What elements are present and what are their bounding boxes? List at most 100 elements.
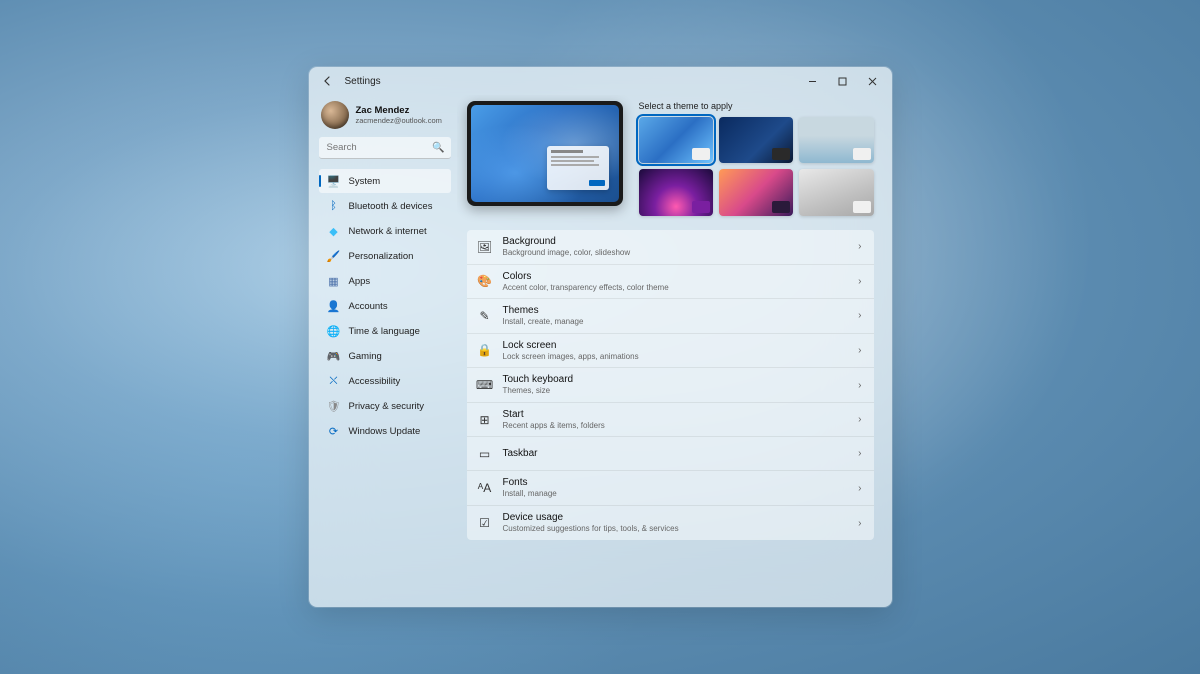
main-content: Select a theme to apply 🖼 BackgroundBackg… [457, 95, 892, 607]
row-subtitle: Accent color, transparency effects, colo… [503, 283, 849, 293]
themes-icon: ✎ [477, 308, 493, 324]
row-title: Colors [503, 271, 849, 283]
settings-window: Settings Zac Mendez zacmendez@outlook.co… [309, 67, 892, 607]
sidebar-item-label: Personalization [349, 251, 414, 262]
row-title: Lock screen [503, 340, 849, 352]
colors-icon: 🎨 [477, 273, 493, 289]
minimize-icon [808, 77, 817, 86]
sidebar-item-accounts[interactable]: 👤 Accounts [319, 294, 451, 318]
theme-tile-4[interactable] [719, 169, 793, 215]
theme-tile-2[interactable] [799, 117, 873, 163]
sidebar-item-label: Time & language [349, 326, 420, 337]
theme-tile-0[interactable] [639, 117, 713, 163]
row-title: Background [503, 236, 849, 248]
desktop-preview [467, 101, 623, 206]
row-title: Fonts [503, 477, 849, 489]
lock-screen-icon: 🔒 [477, 342, 493, 358]
minimize-button[interactable] [798, 69, 828, 93]
preview-mini-window [547, 146, 609, 190]
sidebar-item-personalization[interactable]: 🖌️ Personalization [319, 244, 451, 268]
sidebar-item-label: Apps [349, 276, 371, 287]
back-button[interactable] [317, 70, 339, 92]
settings-row-lock-screen[interactable]: 🔒Lock screenLock screen images, apps, an… [467, 334, 874, 369]
row-subtitle: Recent apps & items, folders [503, 421, 849, 431]
system-icon: 🖥️ [327, 174, 341, 188]
chevron-right-icon: › [858, 380, 861, 391]
theme-corner-swatch [853, 148, 871, 160]
sidebar-item-network-internet[interactable]: ◆ Network & internet [319, 219, 451, 243]
theme-tile-5[interactable] [799, 169, 873, 215]
row-title: Device usage [503, 512, 849, 524]
search-box: 🔍 [319, 137, 451, 159]
sidebar-item-label: Windows Update [349, 426, 421, 437]
row-title: Themes [503, 305, 849, 317]
personalization-icon: 🖌️ [327, 249, 341, 263]
chevron-right-icon: › [858, 276, 861, 287]
sidebar-item-gaming[interactable]: 🎮 Gaming [319, 344, 451, 368]
start-icon: ⊞ [477, 412, 493, 428]
sidebar-item-label: Network & internet [349, 226, 427, 237]
row-subtitle: Customized suggestions for tips, tools, … [503, 524, 849, 534]
maximize-button[interactable] [828, 69, 858, 93]
close-button[interactable] [858, 69, 888, 93]
taskbar-icon: ▭ [477, 446, 493, 462]
sidebar-item-label: Privacy & security [349, 401, 425, 412]
row-title: Touch keyboard [503, 374, 849, 386]
close-icon [868, 77, 877, 86]
sidebar-item-accessibility[interactable]: ⛌ Accessibility [319, 369, 451, 393]
theme-tile-3[interactable] [639, 169, 713, 215]
settings-row-background[interactable]: 🖼 BackgroundBackground image, color, slid… [467, 230, 874, 265]
maximize-icon [838, 77, 847, 86]
sidebar-item-windows-update[interactable]: ⟳ Windows Update [319, 419, 451, 443]
theme-corner-swatch [772, 148, 790, 160]
windows-update-icon: ⟳ [327, 424, 341, 438]
row-title: Start [503, 409, 849, 421]
window-title: Settings [345, 76, 381, 87]
settings-row-start[interactable]: ⊞StartRecent apps & items, folders› [467, 403, 874, 438]
sidebar-item-time-language[interactable]: 🌐Time & language [319, 319, 451, 343]
settings-row-device-usage[interactable]: ☑ Device usageCustomized suggestions for … [467, 506, 874, 540]
chevron-right-icon: › [858, 310, 861, 321]
sidebar-item-label: Accessibility [349, 376, 401, 387]
fonts-icon: ᴬA [477, 480, 493, 496]
theme-corner-swatch [853, 201, 871, 213]
sidebar-item-apps[interactable]: ▦Apps [319, 269, 451, 293]
row-title: Taskbar [503, 448, 849, 460]
chevron-right-icon: › [858, 448, 861, 459]
settings-row-taskbar[interactable]: ▭ Taskbar › [467, 437, 874, 471]
network-internet-icon: ◆ [327, 224, 341, 238]
row-subtitle: Background image, color, slideshow [503, 248, 849, 258]
sidebar: Zac Mendez zacmendez@outlook.com 🔍 🖥️ Sys… [309, 95, 457, 607]
sidebar-item-system[interactable]: 🖥️ System [319, 169, 451, 193]
sidebar-item-bluetooth-devices[interactable]: ᛒBluetooth & devices [319, 194, 451, 218]
settings-list: 🖼 BackgroundBackground image, color, slid… [467, 230, 874, 540]
theme-corner-swatch [692, 148, 710, 160]
background-icon: 🖼 [477, 239, 493, 255]
chevron-right-icon: › [858, 483, 861, 494]
chevron-right-icon: › [858, 241, 861, 252]
chevron-right-icon: › [858, 345, 861, 356]
sidebar-item-privacy-security[interactable]: 🛡Privacy & security [319, 394, 451, 418]
gaming-icon: 🎮 [327, 349, 341, 363]
bluetooth-devices-icon: ᛒ [327, 199, 341, 213]
device-usage-icon: ☑ [477, 515, 493, 531]
theme-corner-swatch [692, 201, 710, 213]
accessibility-icon: ⛌ [327, 374, 341, 388]
accounts-icon: 👤 [327, 299, 341, 313]
theme-grid [639, 117, 874, 216]
search-icon: 🔍 [432, 143, 444, 154]
theme-tile-1[interactable] [719, 117, 793, 163]
settings-row-fonts[interactable]: ᴬAFontsInstall, manage› [467, 471, 874, 506]
settings-row-themes[interactable]: ✎ThemesInstall, create, manage› [467, 299, 874, 334]
settings-row-touch-keyboard[interactable]: ⌨Touch keyboardThemes, size› [467, 368, 874, 403]
themes-block: Select a theme to apply [639, 101, 874, 216]
sidebar-item-label: Gaming [349, 351, 382, 362]
nav: 🖥️ System ᛒBluetooth & devices ◆ Network & i… [319, 169, 451, 443]
themes-heading: Select a theme to apply [639, 101, 874, 111]
sidebar-item-label: Accounts [349, 301, 388, 312]
search-input[interactable] [319, 137, 451, 159]
user-block[interactable]: Zac Mendez zacmendez@outlook.com [321, 101, 451, 129]
settings-row-colors[interactable]: 🎨 ColorsAccent color, transparency effect… [467, 265, 874, 300]
theme-corner-swatch [772, 201, 790, 213]
sidebar-item-label: System [349, 176, 381, 187]
